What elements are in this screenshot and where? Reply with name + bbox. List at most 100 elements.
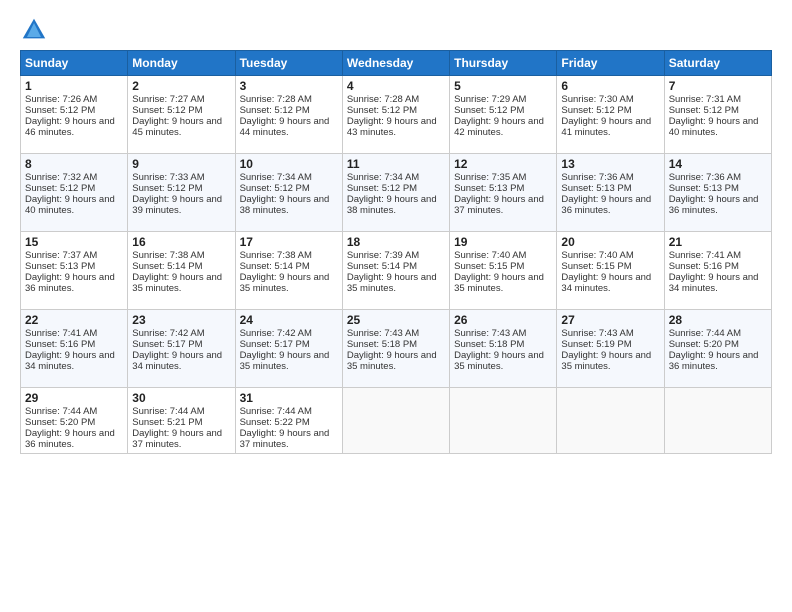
daylight-label: Daylight: 9 hours and 36 minutes. [669, 350, 759, 372]
sunset-label: Sunset: 5:12 PM [240, 183, 310, 194]
daylight-label: Daylight: 9 hours and 41 minutes. [561, 116, 651, 138]
sunrise-label: Sunrise: 7:35 AM [454, 172, 526, 183]
calendar-cell: 19 Sunrise: 7:40 AM Sunset: 5:15 PM Dayl… [450, 232, 557, 310]
day-number: 23 [132, 313, 230, 327]
sunset-label: Sunset: 5:16 PM [25, 339, 95, 350]
daylight-label: Daylight: 9 hours and 36 minutes. [669, 194, 759, 216]
header [20, 16, 772, 44]
calendar-cell: 13 Sunrise: 7:36 AM Sunset: 5:13 PM Dayl… [557, 154, 664, 232]
daylight-label: Daylight: 9 hours and 35 minutes. [347, 350, 437, 372]
calendar-cell: 10 Sunrise: 7:34 AM Sunset: 5:12 PM Dayl… [235, 154, 342, 232]
sunset-label: Sunset: 5:12 PM [669, 105, 739, 116]
sunset-label: Sunset: 5:22 PM [240, 417, 310, 428]
sunset-label: Sunset: 5:17 PM [132, 339, 202, 350]
sunrise-label: Sunrise: 7:32 AM [25, 172, 97, 183]
sunrise-label: Sunrise: 7:27 AM [132, 94, 204, 105]
sunrise-label: Sunrise: 7:33 AM [132, 172, 204, 183]
sunrise-label: Sunrise: 7:38 AM [132, 250, 204, 261]
calendar-cell: 12 Sunrise: 7:35 AM Sunset: 5:13 PM Dayl… [450, 154, 557, 232]
day-number: 3 [240, 79, 338, 93]
calendar-table: Sunday Monday Tuesday Wednesday Thursday… [20, 50, 772, 454]
daylight-label: Daylight: 9 hours and 40 minutes. [25, 194, 115, 216]
day-number: 28 [669, 313, 767, 327]
sunrise-label: Sunrise: 7:41 AM [669, 250, 741, 261]
day-number: 1 [25, 79, 123, 93]
sunset-label: Sunset: 5:20 PM [25, 417, 95, 428]
day-number: 12 [454, 157, 552, 171]
page: Sunday Monday Tuesday Wednesday Thursday… [0, 0, 792, 464]
daylight-label: Daylight: 9 hours and 36 minutes. [25, 428, 115, 450]
calendar-cell: 28 Sunrise: 7:44 AM Sunset: 5:20 PM Dayl… [664, 310, 771, 388]
sunset-label: Sunset: 5:13 PM [454, 183, 524, 194]
day-number: 9 [132, 157, 230, 171]
sunset-label: Sunset: 5:21 PM [132, 417, 202, 428]
sunset-label: Sunset: 5:15 PM [454, 261, 524, 272]
sunset-label: Sunset: 5:17 PM [240, 339, 310, 350]
calendar-cell: 30 Sunrise: 7:44 AM Sunset: 5:21 PM Dayl… [128, 388, 235, 454]
daylight-label: Daylight: 9 hours and 35 minutes. [240, 350, 330, 372]
calendar-cell: 8 Sunrise: 7:32 AM Sunset: 5:12 PM Dayli… [21, 154, 128, 232]
sunset-label: Sunset: 5:18 PM [454, 339, 524, 350]
logo-icon [20, 16, 48, 44]
sunset-label: Sunset: 5:12 PM [132, 183, 202, 194]
sunset-label: Sunset: 5:14 PM [132, 261, 202, 272]
calendar-cell: 20 Sunrise: 7:40 AM Sunset: 5:15 PM Dayl… [557, 232, 664, 310]
sunrise-label: Sunrise: 7:31 AM [669, 94, 741, 105]
daylight-label: Daylight: 9 hours and 45 minutes. [132, 116, 222, 138]
sunset-label: Sunset: 5:18 PM [347, 339, 417, 350]
daylight-label: Daylight: 9 hours and 36 minutes. [25, 272, 115, 294]
day-number: 7 [669, 79, 767, 93]
daylight-label: Daylight: 9 hours and 37 minutes. [454, 194, 544, 216]
calendar-cell: 18 Sunrise: 7:39 AM Sunset: 5:14 PM Dayl… [342, 232, 449, 310]
daylight-label: Daylight: 9 hours and 46 minutes. [25, 116, 115, 138]
day-number: 11 [347, 157, 445, 171]
col-friday: Friday [557, 51, 664, 76]
calendar-cell: 1 Sunrise: 7:26 AM Sunset: 5:12 PM Dayli… [21, 76, 128, 154]
day-number: 16 [132, 235, 230, 249]
calendar-cell: 21 Sunrise: 7:41 AM Sunset: 5:16 PM Dayl… [664, 232, 771, 310]
day-number: 24 [240, 313, 338, 327]
sunset-label: Sunset: 5:12 PM [132, 105, 202, 116]
calendar-cell: 6 Sunrise: 7:30 AM Sunset: 5:12 PM Dayli… [557, 76, 664, 154]
header-row: Sunday Monday Tuesday Wednesday Thursday… [21, 51, 772, 76]
calendar-cell: 9 Sunrise: 7:33 AM Sunset: 5:12 PM Dayli… [128, 154, 235, 232]
sunset-label: Sunset: 5:12 PM [561, 105, 631, 116]
day-number: 27 [561, 313, 659, 327]
sunset-label: Sunset: 5:14 PM [240, 261, 310, 272]
calendar-cell: 24 Sunrise: 7:42 AM Sunset: 5:17 PM Dayl… [235, 310, 342, 388]
col-sunday: Sunday [21, 51, 128, 76]
daylight-label: Daylight: 9 hours and 43 minutes. [347, 116, 437, 138]
sunrise-label: Sunrise: 7:42 AM [132, 328, 204, 339]
sunrise-label: Sunrise: 7:37 AM [25, 250, 97, 261]
sunrise-label: Sunrise: 7:43 AM [454, 328, 526, 339]
day-number: 22 [25, 313, 123, 327]
calendar-cell: 16 Sunrise: 7:38 AM Sunset: 5:14 PM Dayl… [128, 232, 235, 310]
daylight-label: Daylight: 9 hours and 44 minutes. [240, 116, 330, 138]
daylight-label: Daylight: 9 hours and 38 minutes. [347, 194, 437, 216]
calendar-cell: 5 Sunrise: 7:29 AM Sunset: 5:12 PM Dayli… [450, 76, 557, 154]
daylight-label: Daylight: 9 hours and 35 minutes. [240, 272, 330, 294]
sunrise-label: Sunrise: 7:43 AM [347, 328, 419, 339]
daylight-label: Daylight: 9 hours and 35 minutes. [561, 350, 651, 372]
calendar-cell: 14 Sunrise: 7:36 AM Sunset: 5:13 PM Dayl… [664, 154, 771, 232]
sunrise-label: Sunrise: 7:40 AM [561, 250, 633, 261]
calendar-cell: 26 Sunrise: 7:43 AM Sunset: 5:18 PM Dayl… [450, 310, 557, 388]
calendar-cell: 22 Sunrise: 7:41 AM Sunset: 5:16 PM Dayl… [21, 310, 128, 388]
sunset-label: Sunset: 5:12 PM [240, 105, 310, 116]
calendar-cell: 11 Sunrise: 7:34 AM Sunset: 5:12 PM Dayl… [342, 154, 449, 232]
sunset-label: Sunset: 5:15 PM [561, 261, 631, 272]
calendar-cell [664, 388, 771, 454]
daylight-label: Daylight: 9 hours and 35 minutes. [454, 350, 544, 372]
sunrise-label: Sunrise: 7:44 AM [669, 328, 741, 339]
sunset-label: Sunset: 5:13 PM [561, 183, 631, 194]
sunset-label: Sunset: 5:16 PM [669, 261, 739, 272]
logo [20, 16, 52, 44]
day-number: 25 [347, 313, 445, 327]
sunrise-label: Sunrise: 7:40 AM [454, 250, 526, 261]
sunrise-label: Sunrise: 7:43 AM [561, 328, 633, 339]
day-number: 10 [240, 157, 338, 171]
daylight-label: Daylight: 9 hours and 34 minutes. [132, 350, 222, 372]
sunrise-label: Sunrise: 7:42 AM [240, 328, 312, 339]
calendar-cell: 27 Sunrise: 7:43 AM Sunset: 5:19 PM Dayl… [557, 310, 664, 388]
day-number: 2 [132, 79, 230, 93]
